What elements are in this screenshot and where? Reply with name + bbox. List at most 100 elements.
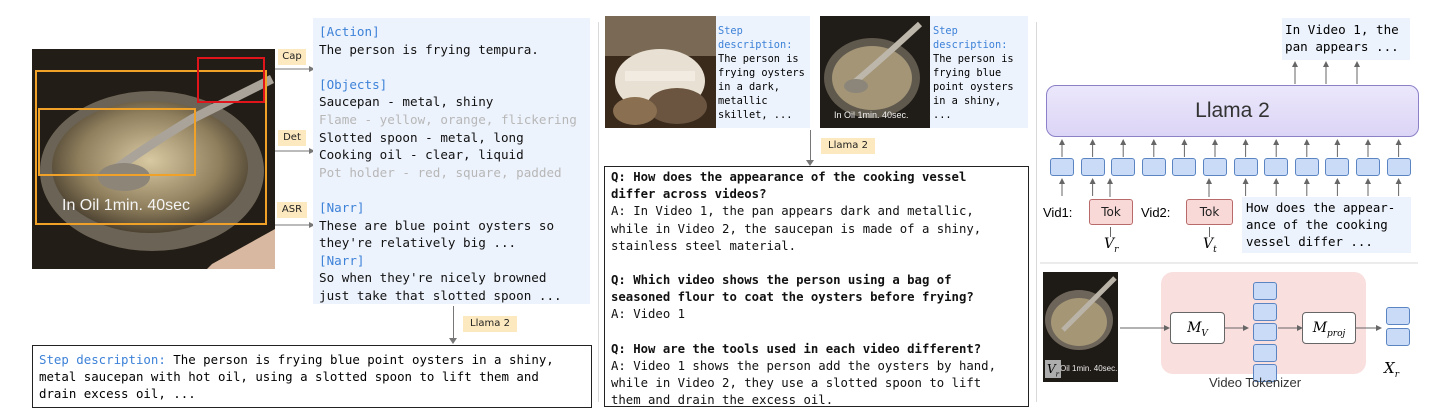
qa3-a1: A: Video 1 shows the person add the oyst…	[611, 358, 996, 373]
mproj-main: M	[1312, 320, 1328, 336]
clip2-label-1: Step	[933, 25, 958, 37]
qa2-a1: A: Video 1	[611, 307, 686, 322]
xr-main: X	[1384, 359, 1395, 377]
qa2-q1: Q: Which video shows the person using a …	[611, 273, 952, 288]
detection-box-spoon	[197, 57, 265, 103]
annotation-line: Saucepan - metal, shiny	[319, 94, 494, 110]
qa1-q2: differ across videos?	[611, 187, 767, 202]
output-arrow-xr	[1356, 325, 1382, 331]
clip1-label-2: description:	[718, 39, 793, 51]
vr-symbol-sub: r	[1114, 244, 1119, 255]
tokenizer-frame-label-sub: r	[1055, 370, 1060, 379]
vr-symbol: Vr	[1104, 236, 1118, 255]
qa3-q1: Q: How are the tools used in each video …	[611, 341, 982, 356]
annotation-lines: [Action] The person is frying tempura. [Ob…	[319, 23, 590, 305]
tokenizer-token	[1253, 282, 1277, 300]
llama-arrow-mid	[810, 130, 811, 162]
input-token	[1325, 158, 1350, 176]
tokenizer-frame-label-main: V	[1046, 362, 1056, 376]
tok-box-2-label: Tok	[1199, 205, 1220, 219]
input-token	[1172, 158, 1197, 176]
clip2-description: Step description: The person is frying b…	[930, 16, 1028, 128]
clip1-text-4: metallic	[718, 95, 768, 107]
detection-box-oil	[38, 108, 196, 176]
separator-right	[1036, 22, 1037, 402]
llama-tag-left: Llama 2	[463, 316, 517, 332]
det-tag: Det	[278, 130, 306, 146]
annotation-line: [Narr]	[319, 199, 365, 215]
tokenizer-token	[1253, 302, 1277, 321]
tok-box-2: Tok	[1186, 199, 1233, 225]
clip1-description: Step description: The person is frying o…	[716, 16, 810, 128]
vt-symbol-sub: t	[1213, 244, 1217, 255]
vt-symbol: Vt	[1203, 236, 1217, 255]
input-token	[1233, 158, 1258, 176]
llama-block: Llama 2	[1046, 85, 1419, 137]
qa-pair-3: Q: How are the tools used in each video …	[611, 341, 1028, 410]
clip1-text-1: The person is	[718, 53, 799, 65]
xr-token-2	[1386, 328, 1410, 346]
qa1-q1: Q: How does the appearance of the cookin…	[611, 170, 967, 184]
qa3-a2: while in Video 2, they use a slotted spo…	[611, 376, 982, 391]
question-input-box: How does the appear- ance of the cooking…	[1242, 197, 1411, 253]
mv-sub: V	[1201, 328, 1208, 339]
annotation-line: just take that slotted spoon ...	[319, 287, 562, 303]
mproj-sub: proj	[1327, 328, 1346, 339]
annotation-line: So when they're nicely browned	[319, 270, 547, 286]
tokenizer-token	[1253, 343, 1277, 362]
annotation-line: [Action]	[319, 24, 380, 39]
annotation-line: These are blue point oysters so	[319, 217, 555, 233]
annotation-box: [Action] The person is frying tempura. [Ob…	[313, 18, 590, 304]
clip1-label-1: Step	[718, 25, 743, 37]
mproj-module: Mproj	[1302, 312, 1356, 344]
asr-tag: ASR	[277, 202, 307, 218]
qa2-q2: seasoned flour to coat the oysters befor…	[611, 290, 974, 305]
llama-block-label: Llama 2	[1195, 99, 1270, 122]
clip2-frame: In Oil 1min. 40sec.	[820, 16, 930, 128]
annotation-line: Slotted spoon - metal, long	[319, 129, 524, 145]
qa-pair-1: Q: How does the appearance of the cookin…	[611, 169, 1028, 255]
mv-module: MV	[1170, 312, 1225, 344]
qa-pair-2: Q: Which video shows the person using a …	[611, 272, 1028, 324]
input-token	[1203, 158, 1227, 176]
tokenizer-frame-label: Vr	[1045, 360, 1061, 378]
xr-sub: r	[1394, 370, 1399, 380]
clip1-text-5: skillet, ...	[718, 109, 793, 121]
annotation-line: [Narr]	[319, 252, 365, 268]
clip2-text-4: in a shiny,	[933, 95, 1002, 107]
annotation-line: Flame - yellow, orange, flickering	[319, 111, 577, 127]
separator-left	[598, 22, 599, 402]
input-token	[1111, 158, 1136, 176]
step-description-line-3: drain excess oil, ...	[39, 386, 196, 402]
clip2-text-2: frying blue	[933, 67, 1002, 79]
clip2-label-2: description:	[933, 39, 1008, 51]
clip2-text-5: ...	[933, 109, 952, 121]
vid1-label: Vid1:	[1043, 205, 1073, 220]
annotation-line: Cooking oil - clear, liquid	[319, 147, 524, 163]
input-token	[1141, 158, 1166, 176]
cap-tag: Cap	[278, 49, 306, 65]
question-line-1: How does the appear-	[1246, 200, 1396, 215]
vt-symbol-main: V	[1203, 236, 1214, 252]
xr-token-1	[1386, 307, 1410, 325]
vr-symbol-main: V	[1104, 236, 1115, 252]
llama-arrow-left	[453, 306, 454, 340]
qa3-a3: them and drain the excess oil.	[611, 393, 834, 408]
annotation-line	[319, 181, 590, 199]
input-token	[1050, 158, 1074, 176]
input-token	[1294, 158, 1319, 176]
question-line-2: ance of the cooking	[1246, 217, 1388, 232]
qa1-a2: while in Video 2, the saucepan is made o…	[611, 221, 982, 236]
tok-box-1: Tok	[1089, 199, 1133, 225]
annotation-line: [Objects]	[319, 76, 388, 92]
clip1-image	[605, 16, 716, 128]
qa1-a3: stainless steel material.	[611, 238, 797, 253]
video-tokenizer-label: Video Tokenizer	[1209, 375, 1302, 390]
question-line-3: vessel differ ...	[1246, 234, 1373, 249]
annotation-line	[319, 58, 590, 76]
clip2-text-1: The person is	[933, 53, 1014, 65]
tokenizer-token	[1253, 323, 1277, 341]
clip2-text-3: point oysters	[933, 81, 1014, 93]
xr-symbol: Xr	[1384, 359, 1399, 380]
step-description-label: Step description:	[39, 352, 166, 367]
